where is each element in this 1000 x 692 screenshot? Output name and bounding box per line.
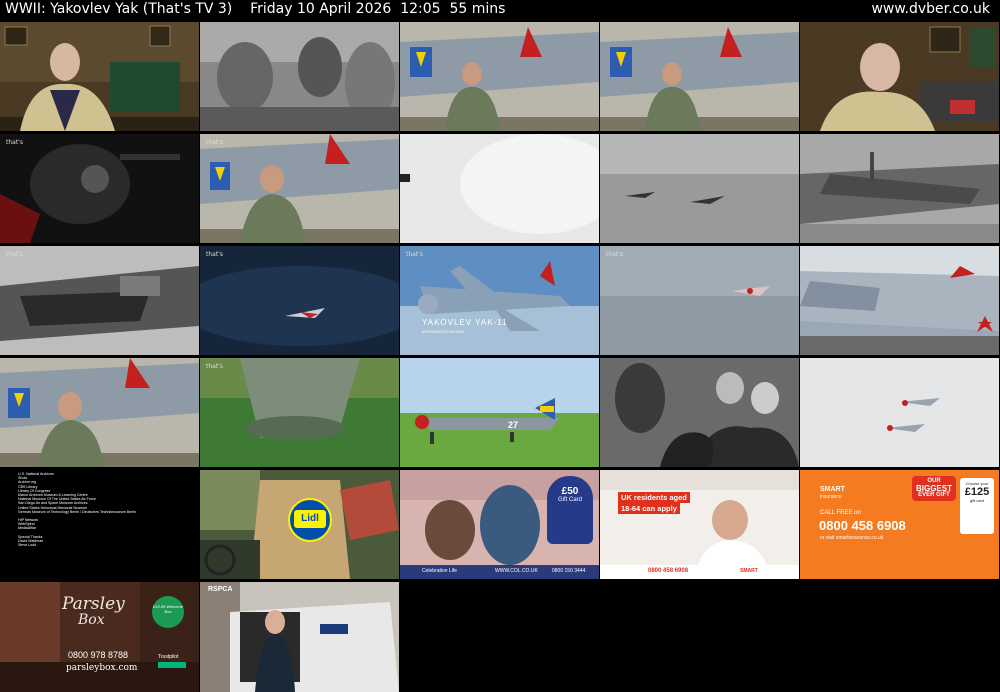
smart-phone: 0800 458 6908	[648, 568, 689, 574]
tail-number: 27	[508, 420, 519, 430]
channel-logo: that's	[206, 363, 223, 370]
smart-headline-2: 18-64 can apply	[618, 503, 680, 514]
thumbnail-24-smart-a[interactable]: UK residents aged 18-64 can apply 0800 4…	[600, 470, 799, 579]
channel-logo: that's	[206, 139, 223, 146]
aircraft-subcaption: INTRODUCED IN 1946	[422, 329, 464, 334]
credit-line: Steve Lodd	[18, 543, 37, 548]
smart-brand: SMART	[740, 568, 758, 574]
thumbnail-22-lidl[interactable]: Lidl	[200, 470, 399, 579]
thumbnail-14[interactable]: that's	[600, 246, 799, 355]
biggest-gift-badge: OUR BIGGEST EVER GIFT	[912, 476, 956, 501]
welcome-box-badge: £19.99 Welcome Box	[152, 596, 184, 628]
thumbnail-5[interactable]	[800, 22, 999, 131]
thumbnail-2[interactable]	[200, 22, 399, 131]
thumbnail-27-rspca[interactable]: RSPCA	[200, 582, 399, 692]
smart-b-phone: 0800 458 6908	[819, 518, 906, 533]
celebration-phone: 0800 150 3444	[552, 568, 586, 574]
channel-logo: that's	[6, 139, 23, 146]
thumbnail-10[interactable]	[800, 134, 999, 243]
smart-headline-1: UK residents aged	[618, 492, 690, 503]
thumbnail-8[interactable]	[400, 134, 599, 243]
celebration-url: WWW.COL.CO.UK	[495, 568, 538, 574]
smart-logo: SMART	[820, 486, 845, 493]
lidl-logo: Lidl	[288, 498, 332, 542]
aircraft-caption: YAKOVLEV YAK-11	[422, 318, 508, 327]
channel-logo: that's	[806, 251, 823, 258]
celebration-brand: Celebration Life	[422, 568, 458, 574]
badge-line: BIGGEST	[915, 484, 952, 493]
parsley-logo-2: Box	[78, 612, 105, 628]
thumbnail-17[interactable]: that's	[200, 358, 399, 467]
thumbnail-26-parsley-box[interactable]: Parsley Box £19.99 Welcome Box 0800 978 …	[0, 582, 199, 692]
gift-card-panel: Choose your £125 gift card	[960, 478, 994, 534]
channel-logo: that's	[206, 251, 223, 258]
gift-card-badge: £50 Gift Card	[547, 476, 593, 544]
thumbnail-6[interactable]: that's	[0, 134, 199, 243]
gift-card-label: Gift Card	[557, 497, 582, 503]
thumbnail-4[interactable]	[600, 22, 799, 131]
thumbnail-20[interactable]	[800, 358, 999, 467]
channel-logo: that's	[6, 251, 23, 258]
channel-logo: that's	[606, 251, 623, 258]
thumbnail-11[interactable]: that's	[0, 246, 199, 355]
thumbnail-23-celebrations[interactable]: £50 Gift Card Celebration Life WWW.COL.C…	[400, 470, 599, 579]
gift-amount: £125	[964, 486, 990, 498]
credits-list: U.S. National Archives Shots Archive.org…	[18, 472, 136, 547]
call-free-label: CALL FREE on	[820, 510, 861, 516]
site-link[interactable]: www.dvber.co.uk	[871, 1, 990, 17]
trustpilot-stars-icon	[158, 662, 186, 668]
thumbnail-16[interactable]	[0, 358, 199, 467]
thumbnail-7[interactable]: that's	[200, 134, 399, 243]
thumbnail-19[interactable]	[600, 358, 799, 467]
thumbnail-25-smart-b[interactable]: SMART insurance CALL FREE on 0800 458 69…	[800, 470, 999, 579]
parsley-url: parsleybox.com	[66, 663, 138, 673]
thumbnail-3[interactable]	[400, 22, 599, 131]
thumbnail-1[interactable]	[0, 22, 199, 131]
thumbnail-21-credits[interactable]: U.S. National Archives Shots Archive.org…	[0, 470, 199, 579]
rspca-logo: RSPCA	[208, 586, 233, 593]
programme-title: WWII: Yakovlev Yak (That's TV 3) Friday …	[5, 1, 506, 17]
gift-card-amount: £50	[561, 486, 579, 497]
badge-line: EVER GIFT	[918, 492, 950, 498]
gift-label: gift card	[969, 498, 985, 503]
thumbnail-13[interactable]: YAKOVLEV YAK-11 INTRODUCED IN 1946 that'…	[400, 246, 599, 355]
thumbnail-12[interactable]: that's	[200, 246, 399, 355]
credit-line: German Museum of Technology Berlin / Deu…	[18, 509, 137, 514]
parsley-logo-1: Parsley	[62, 594, 125, 614]
thumbnail-15[interactable]: that's	[800, 246, 999, 355]
thumbnail-grid: that's that's that's that's YAKOVLEV YAK…	[0, 22, 1000, 692]
parsley-phone: 0800 978 8788	[68, 650, 129, 660]
visit-url: or visit smartinsurance.co.uk	[820, 535, 884, 541]
header-bar: WWII: Yakovlev Yak (That's TV 3) Friday …	[0, 0, 1000, 22]
thumbnail-9[interactable]	[600, 134, 799, 243]
smart-logo-sub: insurance	[820, 494, 842, 500]
thumbnail-18[interactable]: 27	[400, 358, 599, 467]
trustpilot-label: Trustpilot	[158, 654, 179, 660]
channel-logo: that's	[406, 251, 423, 258]
lidl-logo-text: Lidl	[294, 510, 326, 528]
